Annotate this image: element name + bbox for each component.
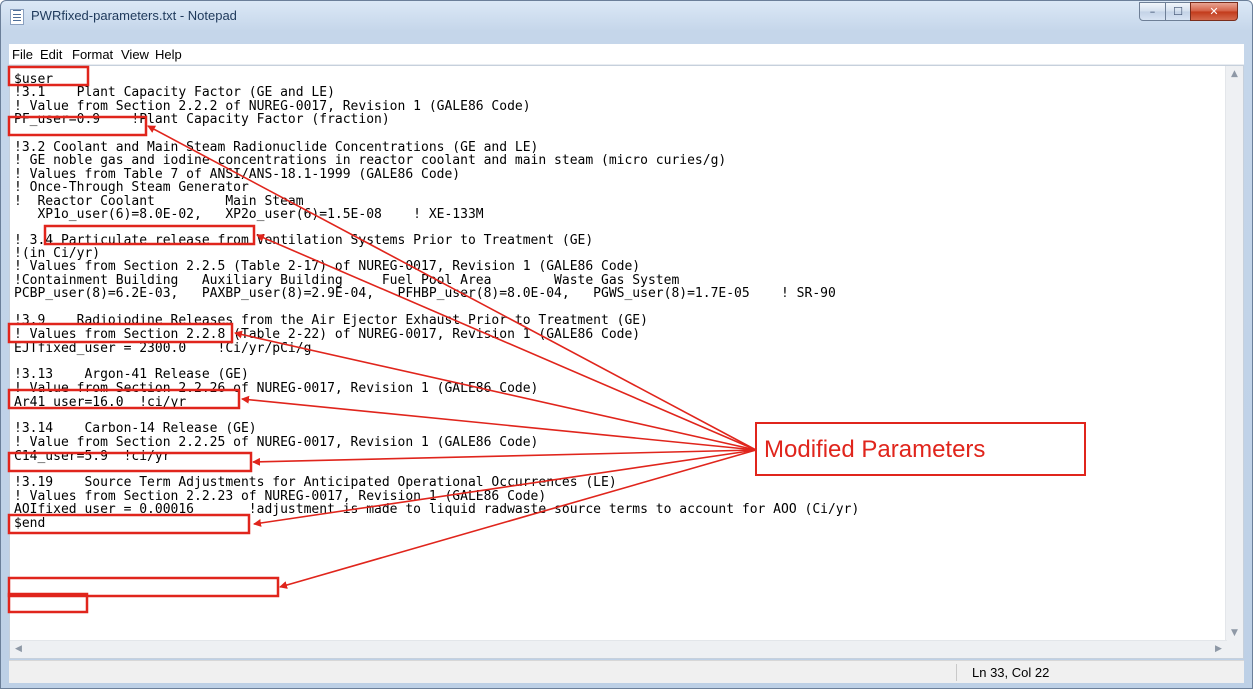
- minimize-button[interactable]: –: [1139, 2, 1166, 21]
- text-line: PF_user=0.9 !Plant Capacity Factor (frac…: [14, 112, 390, 127]
- scrollbar-corner: [1226, 641, 1243, 658]
- text-line: !3.1 Plant Capacity Factor (GE and LE): [14, 85, 335, 100]
- title-bar[interactable]: PWRfixed-parameters.txt - Notepad – ☐ ✕: [1, 1, 1252, 31]
- status-bar: Ln 33, Col 22: [9, 660, 1244, 683]
- text-line: !3.9 Radioiodine Releases from the Air E…: [14, 313, 648, 328]
- menu-bar: File Edit Format View Help: [9, 44, 1244, 65]
- text-line: ! Once-Through Steam Generator: [14, 180, 249, 195]
- menu-format[interactable]: Format: [72, 47, 113, 62]
- horizontal-scrollbar[interactable]: ◀ ▶: [10, 640, 1227, 658]
- text-line: Ar41_user=16.0 !ci/yr: [14, 395, 187, 410]
- text-line: !3.13 Argon-41 Release (GE): [14, 367, 249, 382]
- menu-help[interactable]: Help: [155, 47, 182, 62]
- text-line: ! Value from Section 2.2.26 of NUREG-001…: [14, 381, 539, 396]
- text-line: EJTfixed_user = 2300.0 !Ci/yr/pCi/g: [14, 341, 312, 356]
- text-line: ! 3.4 Particulate release from Ventilati…: [14, 233, 594, 248]
- text-editor[interactable]: $user !3.1 Plant Capacity Factor (GE and …: [9, 65, 1244, 659]
- status-divider: [956, 664, 957, 681]
- menu-edit[interactable]: Edit: [40, 47, 62, 62]
- text-line: AOIfixed_user = 0.00016 !adjustment is m…: [14, 502, 860, 517]
- text-line: XP1o_user(6)=8.0E-02, XP2o_user(6)=1.5E-…: [14, 207, 484, 222]
- text-line: PCBP_user(8)=6.2E-03, PAXBP_user(8)=2.9E…: [14, 286, 836, 301]
- menu-view[interactable]: View: [121, 47, 149, 62]
- text-line: !3.14 Carbon-14 Release (GE): [14, 421, 257, 436]
- cursor-position: Ln 33, Col 22: [972, 665, 1050, 680]
- text-line: ! Value from Section 2.2.25 of NUREG-001…: [14, 435, 539, 450]
- text-line: !3.19 Source Term Adjustments for Antici…: [14, 475, 617, 490]
- scroll-right-icon[interactable]: ▶: [1210, 641, 1227, 658]
- close-button[interactable]: ✕: [1190, 2, 1238, 21]
- text-line: ! Values from Section 2.2.5 (Table 2-17)…: [14, 259, 641, 274]
- text-line: C14_user=5.9 !ci/yr: [14, 449, 171, 464]
- maximize-button[interactable]: ☐: [1165, 2, 1191, 21]
- scroll-left-icon[interactable]: ◀: [10, 641, 27, 658]
- text-line: $end: [14, 516, 46, 531]
- vertical-scrollbar[interactable]: ▲ ▼: [1225, 66, 1243, 642]
- window-title: PWRfixed-parameters.txt - Notepad: [31, 8, 237, 23]
- scroll-up-icon[interactable]: ▲: [1226, 66, 1243, 83]
- notepad-icon: [10, 9, 24, 25]
- text-content[interactable]: $user !3.1 Plant Capacity Factor (GE and …: [10, 66, 1227, 642]
- scroll-down-icon[interactable]: ▼: [1226, 625, 1243, 642]
- notepad-window: PWRfixed-parameters.txt - Notepad – ☐ ✕ …: [0, 0, 1253, 689]
- text-line: ! Values from Section 2.2.8 (Table 2-22)…: [14, 327, 641, 342]
- text-line: ! GE noble gas and iodine concentrations…: [14, 153, 727, 168]
- menu-file[interactable]: File: [12, 47, 33, 62]
